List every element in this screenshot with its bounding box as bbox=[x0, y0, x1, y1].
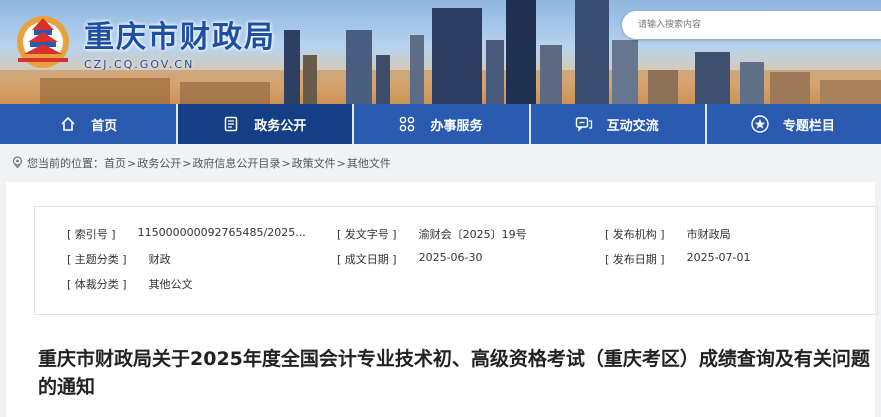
nav-services[interactable]: 办事服务 bbox=[352, 104, 528, 144]
breadcrumb-separator: > bbox=[182, 156, 192, 170]
meta-row: [ 体裁分类 ] 其他公文 bbox=[67, 271, 877, 296]
site-title: 重庆市财政局 bbox=[84, 20, 276, 55]
issuing-agency-value: 市财政局 bbox=[686, 227, 731, 241]
meta-row: [ 主题分类 ] 财政 [ 成文日期 ] 2025-06-30 [ 发布日期 ]… bbox=[67, 246, 877, 271]
index-number-value: 115000000092765485/2025... bbox=[137, 225, 306, 239]
publish-date-label: [ 发布日期 ] bbox=[605, 252, 665, 266]
home-icon bbox=[59, 115, 77, 133]
nav-interaction[interactable]: 互动交流 bbox=[528, 104, 705, 144]
meta-row: [ 索引号 ] 115000000092765485/2025... [ 发文字… bbox=[67, 221, 877, 246]
document-meta-table: [ 索引号 ] 115000000092765485/2025... [ 发文字… bbox=[34, 206, 878, 315]
breadcrumb-home[interactable]: 首页 bbox=[104, 155, 126, 171]
search-box[interactable] bbox=[622, 11, 881, 39]
breadcrumb-separator: > bbox=[127, 156, 137, 170]
star-icon bbox=[751, 115, 769, 133]
document-number-value: 渝财会〔2025〕19号 bbox=[418, 227, 527, 241]
article-card: [ 索引号 ] 115000000092765485/2025... [ 发文字… bbox=[6, 182, 878, 417]
site-domain: CZJ.CQ.GOV.CN bbox=[84, 58, 195, 71]
search-input[interactable] bbox=[622, 11, 881, 39]
document-number-label: [ 发文字号 ] bbox=[337, 227, 397, 241]
written-date-value: 2025-06-30 bbox=[418, 250, 483, 264]
breadcrumb-prefix: 您当前的位置： bbox=[27, 157, 104, 170]
location-pin-icon bbox=[12, 155, 23, 171]
nav-services-label: 办事服务 bbox=[430, 118, 483, 134]
topic-category-value: 财政 bbox=[148, 252, 171, 266]
genre-category-label: [ 体裁分类 ] bbox=[67, 277, 127, 291]
breadcrumb: 您当前的位置： 首页 > 政务公开 > 政府信息公开目录 > 政策文件 > 其他… bbox=[0, 144, 881, 182]
main-nav: 首页 政务公开 办事服务 互动交流 专题栏目 bbox=[0, 104, 881, 144]
breadcrumb-separator: > bbox=[281, 156, 291, 170]
genre-category-value: 其他公文 bbox=[148, 277, 193, 291]
grid-icon bbox=[398, 115, 416, 133]
header-banner: 重庆市财政局 CZJ.CQ.GOV.CN bbox=[0, 0, 881, 104]
breadcrumb-policy-documents[interactable]: 政策文件 bbox=[292, 155, 336, 171]
nav-interaction-label: 互动交流 bbox=[606, 118, 659, 134]
tiantan-emblem-icon bbox=[17, 16, 69, 68]
chat-icon bbox=[575, 115, 593, 133]
nav-government-affairs[interactable]: 政务公开 bbox=[176, 104, 353, 144]
written-date-label: [ 成文日期 ] bbox=[337, 252, 397, 266]
nav-special-topics[interactable]: 专题栏目 bbox=[704, 104, 881, 144]
nav-special-topics-label: 专题栏目 bbox=[782, 118, 835, 134]
breadcrumb-other-documents[interactable]: 其他文件 bbox=[347, 155, 391, 171]
publish-date-value: 2025-07-01 bbox=[686, 250, 751, 264]
nav-home-label: 首页 bbox=[91, 118, 118, 134]
breadcrumb-government-affairs[interactable]: 政务公开 bbox=[137, 155, 181, 171]
document-icon bbox=[222, 115, 240, 133]
breadcrumb-info-catalog[interactable]: 政府信息公开目录 bbox=[192, 155, 280, 171]
nav-government-affairs-label: 政务公开 bbox=[254, 118, 307, 134]
content-area: [ 索引号 ] 115000000092765485/2025... [ 发文字… bbox=[0, 182, 881, 417]
index-number-label: [ 索引号 ] bbox=[67, 227, 116, 241]
nav-home[interactable]: 首页 bbox=[0, 104, 176, 144]
breadcrumb-separator: > bbox=[336, 156, 346, 170]
article-title: 重庆市财政局关于2025年度全国会计专业技术初、高级资格考试（重庆考区）成绩查询… bbox=[38, 348, 870, 398]
site-logo[interactable]: 重庆市财政局 CZJ.CQ.GOV.CN bbox=[8, 8, 276, 71]
topic-category-label: [ 主题分类 ] bbox=[67, 252, 127, 266]
issuing-agency-label: [ 发布机构 ] bbox=[605, 227, 665, 241]
